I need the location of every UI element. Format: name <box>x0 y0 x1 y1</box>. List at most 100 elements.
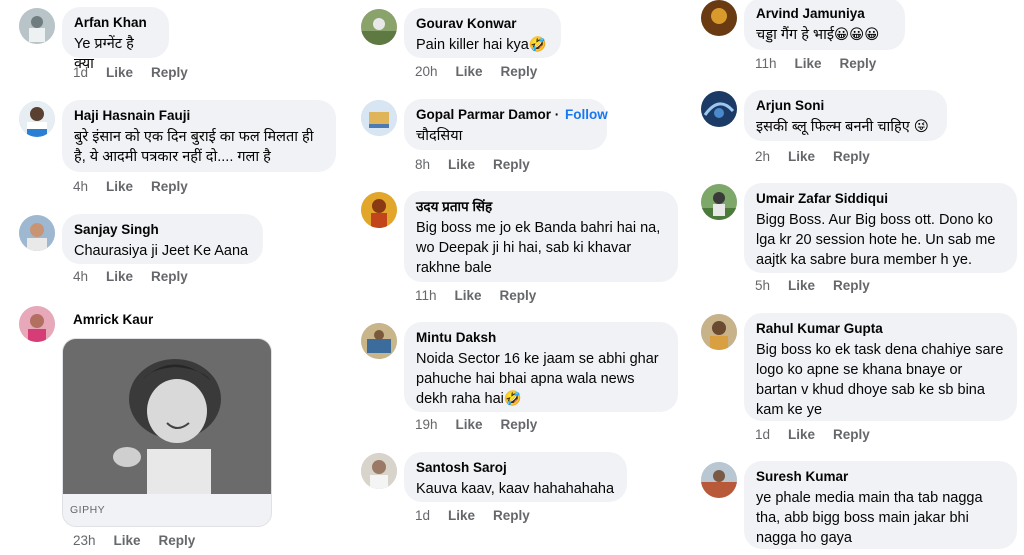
like-button[interactable]: Like <box>456 416 483 434</box>
like-button[interactable]: Like <box>788 277 815 295</box>
avatar[interactable] <box>701 184 737 220</box>
comment-bubble: Gopal Parmar Damor · Follow चौदसिया <box>404 99 608 150</box>
comment-actions: 2h Like Reply <box>755 148 888 166</box>
commenter-name[interactable]: Mintu Daksh <box>416 329 666 347</box>
timestamp[interactable]: 20h <box>415 63 438 81</box>
comment-actions: 4h Like Reply <box>73 268 206 286</box>
gif-source-label: GIPHY <box>70 504 106 516</box>
avatar[interactable] <box>361 323 397 359</box>
comment-text: Noida Sector 16 ke jaam se abhi ghar pah… <box>416 351 659 407</box>
timestamp[interactable]: 2h <box>755 148 770 166</box>
avatar[interactable] <box>361 100 397 136</box>
timestamp[interactable]: 23h <box>73 532 96 550</box>
comment-actions: 1d Like Reply <box>415 507 548 525</box>
avatar[interactable] <box>19 306 55 342</box>
reply-button[interactable]: Reply <box>500 287 537 305</box>
commenter-name[interactable]: Arjun Soni <box>756 97 935 115</box>
avatar[interactable] <box>701 0 737 36</box>
comment-bubble: Arjun Soni इसकी ब्लू फिल्म बननी चाहिए 😜 <box>744 90 947 141</box>
commenter-name[interactable]: Amrick Kaur <box>73 311 153 329</box>
comment-text: बुरे इंसान को एक दिन बुराई का फल मिलता ह… <box>74 129 314 165</box>
comment-actions: 23h Like Reply <box>73 532 213 550</box>
timestamp[interactable]: 1d <box>73 64 88 82</box>
like-button[interactable]: Like <box>106 64 133 82</box>
comment-bubble: Arvind Jamuniya चड्डा गैंग हे भाई😀😀😀 <box>744 0 905 50</box>
commenter-name[interactable]: Rahul Kumar Gupta <box>756 320 1005 338</box>
comment-actions: 11h Like Reply <box>755 55 894 73</box>
timestamp[interactable]: 1d <box>755 426 770 444</box>
commenter-name[interactable]: Suresh Kumar <box>756 468 1005 486</box>
timestamp[interactable]: 8h <box>415 156 430 174</box>
reply-button[interactable]: Reply <box>151 268 188 286</box>
follow-button[interactable]: Follow <box>565 107 608 122</box>
comment-actions: 1d Like Reply <box>755 426 888 444</box>
comment-text: चौदसिया <box>416 128 463 144</box>
reply-button[interactable]: Reply <box>493 507 530 525</box>
like-button[interactable]: Like <box>456 63 483 81</box>
commenter-name[interactable]: Santosh Saroj <box>416 459 615 477</box>
like-button[interactable]: Like <box>448 507 475 525</box>
timestamp[interactable]: 4h <box>73 178 88 196</box>
reply-button[interactable]: Reply <box>151 64 188 82</box>
comment-bubble: Suresh Kumar ye phale media main tha tab… <box>744 461 1017 549</box>
comment-actions: 19h Like Reply <box>415 416 555 434</box>
commenter-name[interactable]: Umair Zafar Siddiqui <box>756 190 1005 208</box>
commenter-name-link[interactable]: Gopal Parmar Damor <box>416 107 551 122</box>
reply-button[interactable]: Reply <box>833 148 870 166</box>
like-button[interactable]: Like <box>455 287 482 305</box>
like-button[interactable]: Like <box>795 55 822 73</box>
like-button[interactable]: Like <box>106 178 133 196</box>
reply-button[interactable]: Reply <box>159 532 196 550</box>
like-button[interactable]: Like <box>114 532 141 550</box>
like-button[interactable]: Like <box>788 426 815 444</box>
avatar[interactable] <box>19 8 55 44</box>
avatar[interactable] <box>361 9 397 45</box>
comment-text: चड्डा गैंग हे भाई😀😀😀 <box>756 27 880 43</box>
comment-bubble: Arfan Khan Ye प्रग्नेंट है क्या <box>62 7 169 72</box>
timestamp[interactable]: 4h <box>73 268 88 286</box>
comment-actions: 20h Like Reply <box>415 63 555 81</box>
like-button[interactable]: Like <box>106 268 133 286</box>
comment-bubble: Umair Zafar Siddiqui Bigg Boss. Aur Big … <box>744 183 1017 273</box>
commenter-name[interactable]: उदय प्रताप सिंह <box>416 198 666 216</box>
commenter-name[interactable]: Sanjay Singh <box>74 221 251 239</box>
comment-bubble: Sanjay Singh Chaurasiya ji Jeet Ke Aana <box>62 214 263 264</box>
avatar[interactable] <box>701 91 737 127</box>
comment-text: ye phale media main tha tab nagga tha, a… <box>756 490 983 546</box>
commenter-name[interactable]: Arfan Khan <box>74 14 157 32</box>
gif-attachment[interactable]: GIPHY <box>62 338 272 527</box>
comment-actions: 11h Like Reply <box>415 287 554 305</box>
commenter-name[interactable]: Gourav Konwar <box>416 15 549 33</box>
timestamp[interactable]: 11h <box>755 55 777 73</box>
reply-button[interactable]: Reply <box>151 178 188 196</box>
comment-bubble: उदय प्रताप सिंह Big boss me jo ek Banda … <box>404 191 678 282</box>
reply-button[interactable]: Reply <box>493 156 530 174</box>
comment-text: Pain killer hai kya🤣 <box>416 37 547 53</box>
reply-button[interactable]: Reply <box>501 416 538 434</box>
timestamp[interactable]: 11h <box>415 287 437 305</box>
comment-text: Bigg Boss. Aur Big boss ott. Dono ko lga… <box>756 212 996 268</box>
commenter-name[interactable]: Arvind Jamuniya <box>756 5 893 23</box>
avatar[interactable] <box>361 192 397 228</box>
reply-button[interactable]: Reply <box>833 277 870 295</box>
commenter-name[interactable]: Haji Hasnain Fauji <box>74 107 324 125</box>
timestamp[interactable]: 19h <box>415 416 438 434</box>
comment-text: Big boss ko ek task dena chahiye sare lo… <box>756 342 1004 418</box>
comment-text: Chaurasiya ji Jeet Ke Aana <box>74 243 249 259</box>
like-button[interactable]: Like <box>788 148 815 166</box>
avatar[interactable] <box>701 314 737 350</box>
reply-button[interactable]: Reply <box>501 63 538 81</box>
avatar[interactable] <box>19 101 55 137</box>
comment-text: Big boss me jo ek Banda bahri hai na, wo… <box>416 220 661 276</box>
reply-button[interactable]: Reply <box>840 55 877 73</box>
comment-bubble: Gourav Konwar Pain killer hai kya🤣 <box>404 8 561 58</box>
comment-actions: 8h Like Reply <box>415 156 548 174</box>
avatar[interactable] <box>701 462 737 498</box>
avatar[interactable] <box>19 215 55 251</box>
like-button[interactable]: Like <box>448 156 475 174</box>
avatar[interactable] <box>361 453 397 489</box>
timestamp[interactable]: 1d <box>415 507 430 525</box>
timestamp[interactable]: 5h <box>755 277 770 295</box>
comment-actions: 5h Like Reply <box>755 277 888 295</box>
reply-button[interactable]: Reply <box>833 426 870 444</box>
